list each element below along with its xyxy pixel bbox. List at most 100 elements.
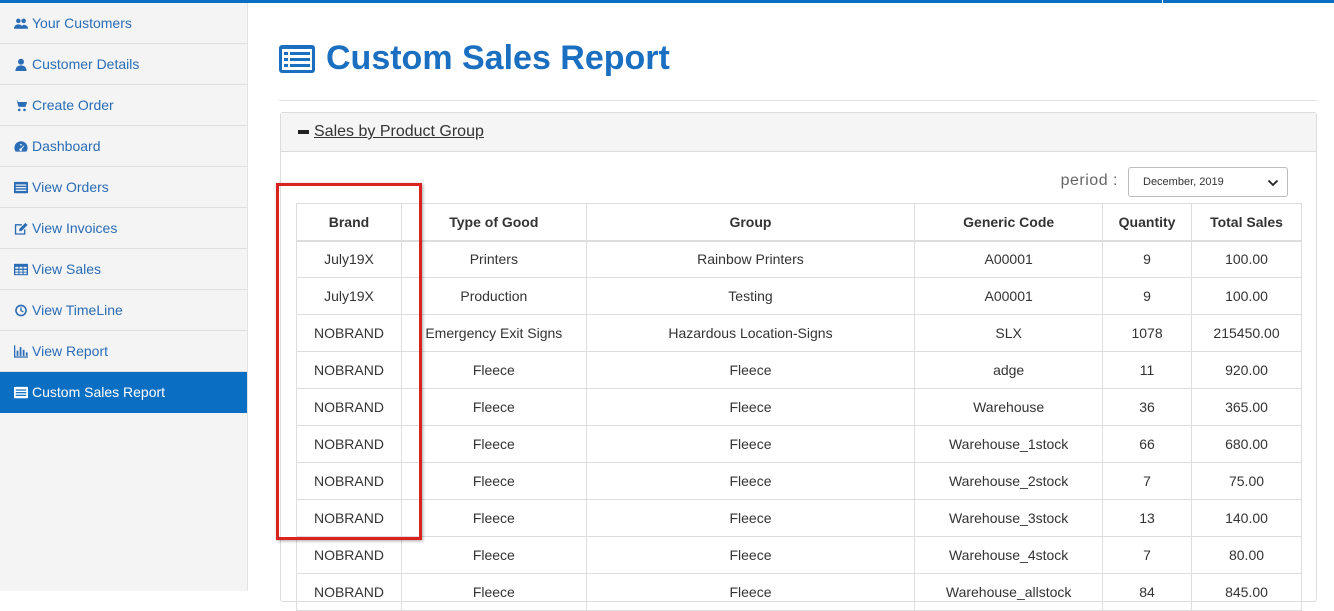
cell-group: Testing — [585, 277, 916, 315]
cell-group: Fleece — [585, 536, 916, 574]
table-row: NOBRAND Fleece Fleece Warehouse 36 365.00 — [296, 388, 1302, 426]
list-icon — [13, 180, 28, 194]
dashboard-icon — [13, 139, 28, 153]
sidebar-item-label: Create Order — [32, 97, 114, 113]
table-row: NOBRAND Fleece Fleece Warehouse_allstock 84 8… — [296, 573, 1302, 611]
sidebar-item-dashboard[interactable]: Dashboard — [0, 126, 247, 167]
cell-type-of-good: Fleece — [400, 499, 587, 537]
sidebar-item-label: View Orders — [32, 179, 109, 195]
users-icon — [13, 16, 28, 30]
panel-heading-text[interactable]: Sales by Product Group — [314, 123, 484, 141]
cell-generic-code: Warehouse_allstock — [914, 573, 1104, 611]
sidebar-item-your-customers[interactable]: Your Customers — [0, 3, 247, 44]
header-quantity: Quantity — [1102, 203, 1193, 242]
cell-type-of-good: Printers — [400, 240, 587, 278]
sidebar-item-view-sales[interactable]: View Sales — [0, 249, 247, 290]
cell-quantity: 36 — [1102, 388, 1193, 426]
sidebar-item-customer-details[interactable]: Customer Details — [0, 44, 247, 85]
sidebar-item-view-timeline[interactable]: View TimeLine — [0, 290, 247, 331]
sidebar: Your Customers Customer Details Create O… — [0, 3, 248, 591]
cell-quantity: 66 — [1102, 425, 1193, 463]
sidebar-item-create-order[interactable]: Create Order — [0, 85, 247, 126]
table-row: July19X Production Testing A00001 9 100.00 — [296, 277, 1302, 315]
sidebar-item-custom-sales-report[interactable]: Custom Sales Report — [0, 372, 247, 413]
sidebar-item-view-invoices[interactable]: View Invoices — [0, 208, 247, 249]
sidebar-item-label: Custom Sales Report — [32, 384, 166, 400]
cell-quantity: 7 — [1102, 462, 1193, 500]
cell-generic-code: Warehouse_4stock — [914, 536, 1104, 574]
sidebar-item-label: View TimeLine — [32, 302, 123, 318]
cell-total-sales: 215450.00 — [1191, 314, 1302, 352]
cart-icon — [13, 98, 28, 112]
table-row: NOBRAND Fleece Fleece adge 11 920.00 — [296, 351, 1302, 389]
cell-generic-code: Warehouse_1stock — [914, 425, 1104, 463]
cell-type-of-good: Emergency Exit Signs — [400, 314, 587, 352]
cell-total-sales: 920.00 — [1191, 351, 1302, 389]
cell-total-sales: 680.00 — [1191, 425, 1302, 463]
table-row: NOBRAND Fleece Fleece Warehouse_4stock 7 80.0… — [296, 536, 1302, 574]
cell-quantity: 9 — [1102, 277, 1193, 315]
sidebar-item-label: Customer Details — [32, 56, 140, 72]
cell-type-of-good: Fleece — [400, 351, 587, 389]
minus-icon — [298, 130, 309, 134]
cell-quantity: 84 — [1102, 573, 1193, 611]
period-filter: period : December, 2019 — [281, 167, 1318, 197]
sales-panel: Sales by Product Group period : December… — [280, 112, 1318, 611]
sidebar-item-label: View Report — [32, 343, 109, 359]
cell-generic-code: Warehouse_3stock — [914, 499, 1104, 537]
cell-total-sales: 100.00 — [1191, 277, 1302, 315]
cell-quantity: 11 — [1102, 351, 1193, 389]
cell-total-sales: 845.00 — [1191, 573, 1302, 611]
list-alt-icon — [13, 385, 28, 399]
cell-brand: NOBRAND — [296, 536, 402, 574]
cell-brand: July19X — [296, 240, 402, 278]
table-row: NOBRAND Fleece Fleece Warehouse_2stock 7 75.0… — [296, 462, 1302, 500]
cell-brand: NOBRAND — [296, 388, 402, 426]
header-total-sales: Total Sales — [1191, 203, 1302, 242]
sidebar-item-view-report[interactable]: View Report — [0, 331, 247, 372]
sidebar-item-label: View Sales — [32, 261, 102, 277]
cell-generic-code: Warehouse — [914, 388, 1104, 426]
cell-brand: NOBRAND — [296, 499, 402, 537]
cell-quantity: 13 — [1102, 499, 1193, 537]
cell-brand: NOBRAND — [296, 351, 402, 389]
table-header-row: Brand Type of Good Group Generic Code Qu… — [296, 203, 1302, 242]
sidebar-item-label: Dashboard — [32, 138, 101, 154]
table-row: NOBRAND Fleece Fleece Warehouse_1stock 66 680… — [296, 425, 1302, 463]
cell-type-of-good: Fleece — [400, 462, 587, 500]
panel-heading-toggle[interactable]: Sales by Product Group — [281, 113, 1316, 152]
cell-total-sales: 75.00 — [1191, 462, 1302, 500]
cell-brand: NOBRAND — [296, 573, 402, 611]
cell-group: Fleece — [585, 462, 916, 500]
cell-brand: NOBRAND — [296, 314, 402, 352]
cell-group: Fleece — [585, 499, 916, 537]
cell-total-sales: 365.00 — [1191, 388, 1302, 426]
cell-generic-code: adge — [914, 351, 1104, 389]
cell-group: Fleece — [585, 573, 916, 611]
period-label: period : — [1060, 172, 1118, 189]
cell-type-of-good: Fleece — [400, 536, 587, 574]
sidebar-item-label: Your Customers — [32, 15, 132, 31]
cell-brand: NOBRAND — [296, 425, 402, 463]
period-select-value: December, 2019 — [1143, 176, 1224, 188]
cell-group: Hazardous Location-Signs — [585, 314, 916, 352]
chevron-down-icon — [1267, 179, 1279, 187]
cell-brand: July19X — [296, 277, 402, 315]
clock-icon — [13, 303, 28, 317]
cell-total-sales: 100.00 — [1191, 240, 1302, 278]
cell-group: Fleece — [585, 351, 916, 389]
cell-total-sales: 140.00 — [1191, 499, 1302, 537]
cell-brand: NOBRAND — [296, 462, 402, 500]
title-divider — [279, 100, 1317, 101]
cell-quantity: 1078 — [1102, 314, 1193, 352]
sales-table: Brand Type of Good Group Generic Code Qu… — [296, 203, 1302, 611]
list-alt-icon — [279, 44, 315, 73]
period-select[interactable]: December, 2019 — [1128, 167, 1288, 197]
bar-chart-icon — [13, 344, 28, 358]
header-group: Group — [585, 203, 916, 242]
header-brand: Brand — [296, 203, 402, 242]
sidebar-item-view-orders[interactable]: View Orders — [0, 167, 247, 208]
sidebar-item-label: View Invoices — [32, 220, 118, 236]
table-row: NOBRAND Emergency Exit Signs Hazardous Loc… — [296, 314, 1302, 352]
main-content: Custom Sales Report Sales by Product Gro… — [249, 3, 1334, 611]
